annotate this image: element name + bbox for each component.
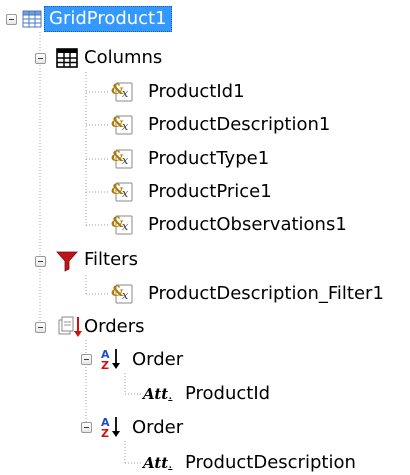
order-attribute[interactable]: ProductId bbox=[185, 382, 270, 406]
tree-node-columns[interactable]: Columns bbox=[84, 46, 162, 70]
filters-collapse-toggle[interactable] bbox=[35, 256, 46, 267]
svg-text:&: & bbox=[111, 215, 124, 231]
order-collapse-toggle[interactable] bbox=[81, 422, 92, 433]
variable-icon: x & bbox=[111, 82, 133, 102]
variable-icon: x & bbox=[111, 215, 133, 235]
table-columns-icon bbox=[56, 48, 78, 68]
orders-collapse-toggle[interactable] bbox=[35, 322, 46, 333]
column-item[interactable]: ProductPrice1 bbox=[148, 180, 272, 204]
order-item[interactable]: Order bbox=[132, 348, 183, 372]
svg-text:Z: Z bbox=[101, 359, 109, 371]
column-item[interactable]: ProductDescription1 bbox=[148, 113, 330, 137]
svg-text:&: & bbox=[111, 284, 124, 300]
order-item[interactable]: Order bbox=[132, 416, 183, 440]
sort-az-icon: A Z bbox=[101, 416, 120, 439]
order-collapse-toggle[interactable] bbox=[81, 354, 92, 365]
tree-view: GridProduct1 Columns x & ProductId1 x & … bbox=[0, 0, 410, 475]
funnel-icon bbox=[56, 251, 78, 272]
tree-node-orders[interactable]: Orders bbox=[84, 315, 145, 339]
variable-icon: x & bbox=[111, 182, 133, 202]
attribute-icon: Att. bbox=[143, 454, 173, 472]
variable-icon: x & bbox=[111, 284, 133, 304]
root-collapse-toggle[interactable] bbox=[6, 14, 17, 25]
tree-node-root[interactable]: GridProduct1 bbox=[44, 6, 172, 32]
column-item[interactable]: ProductType1 bbox=[148, 147, 269, 171]
orders-icon bbox=[58, 316, 82, 337]
filter-item[interactable]: ProductDescription_Filter1 bbox=[148, 282, 384, 306]
svg-text:&: & bbox=[111, 182, 124, 198]
svg-text:&: & bbox=[111, 149, 124, 165]
columns-collapse-toggle[interactable] bbox=[35, 53, 46, 64]
column-item[interactable]: ProductId1 bbox=[148, 80, 245, 104]
column-item[interactable]: ProductObservations1 bbox=[148, 213, 347, 237]
grid-icon bbox=[22, 10, 42, 28]
sort-az-icon: A Z bbox=[101, 348, 120, 371]
attribute-icon: Att. bbox=[143, 385, 173, 403]
order-attribute[interactable]: ProductDescription bbox=[185, 451, 356, 475]
variable-icon: x & bbox=[111, 149, 133, 169]
tree-node-filters[interactable]: Filters bbox=[84, 248, 138, 272]
variable-icon: x & bbox=[111, 115, 133, 135]
svg-text:&: & bbox=[111, 82, 124, 98]
svg-text:&: & bbox=[111, 115, 124, 131]
svg-text:Z: Z bbox=[101, 427, 109, 439]
